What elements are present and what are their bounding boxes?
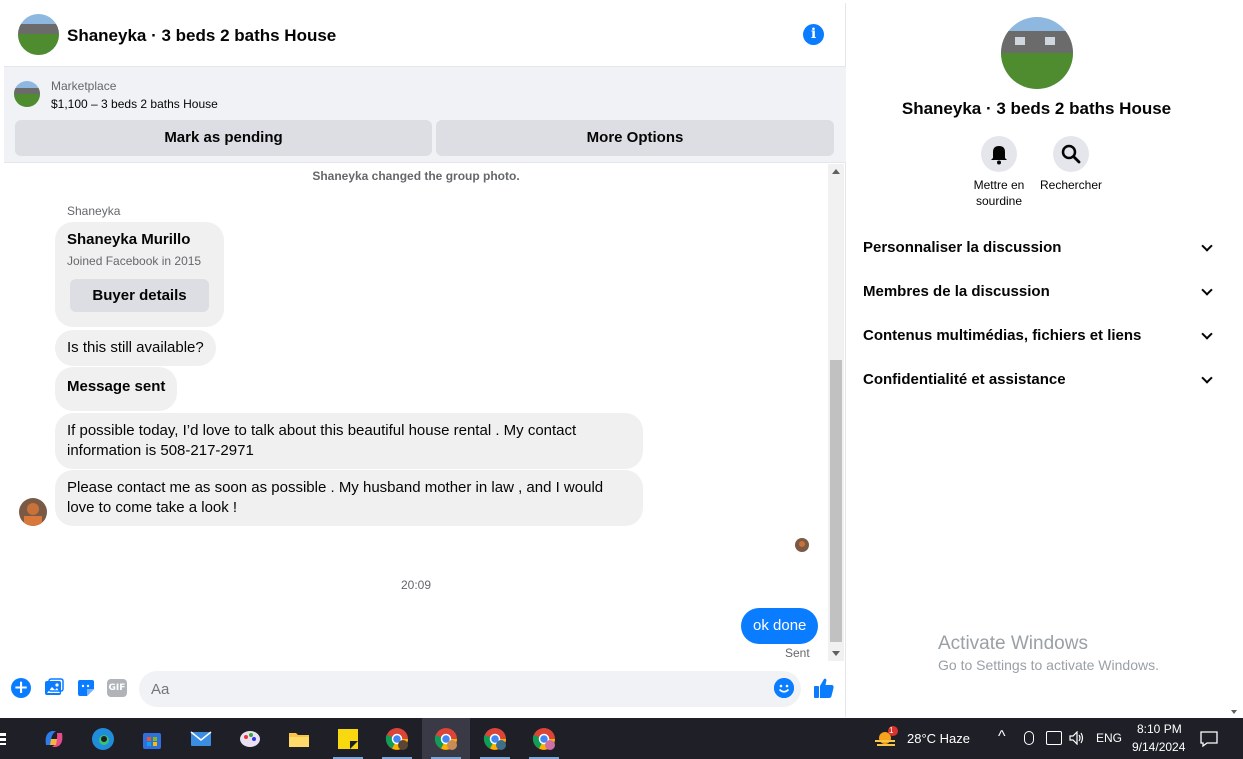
timestamp: 20:09 <box>400 578 432 592</box>
chat-scrollbar[interactable] <box>828 164 844 661</box>
chrome-profile-icon[interactable] <box>385 727 409 751</box>
scroll-down-icon[interactable] <box>832 651 840 656</box>
more-options-button[interactable]: More Options <box>436 120 834 156</box>
scroll-down-icon[interactable] <box>1231 710 1237 714</box>
language-indicator[interactable]: ENG <box>1096 731 1122 745</box>
outgoing-message[interactable]: ok done <box>741 608 819 644</box>
section-label: Confidentialité et assistance <box>863 371 1066 388</box>
sender-avatar[interactable] <box>19 498 47 526</box>
chrome-profile-icon[interactable] <box>483 727 507 751</box>
section-label: Membres de la discussion <box>863 283 1050 300</box>
message-bubble[interactable]: Is this still available? <box>55 330 216 366</box>
photo-icon[interactable] <box>44 678 64 698</box>
taskbar: 1 28°C Haze ^ ENG 8:10 PM 9/14/2024 <box>0 718 1243 759</box>
listing-title[interactable]: $1,100 – 3 beds 2 baths House <box>51 97 218 111</box>
read-receipt-avatar <box>795 538 809 552</box>
info-icon[interactable]: i <box>803 24 824 45</box>
info-title: Shaneyka · 3 beds 2 baths House <box>901 99 1172 118</box>
section-customize[interactable]: Personnaliser la discussion <box>863 228 1213 268</box>
mail-icon[interactable] <box>189 727 213 751</box>
group-photo[interactable] <box>1001 17 1073 89</box>
chevron-down-icon <box>1201 240 1213 252</box>
clock-time[interactable]: 8:10 PM <box>1137 722 1182 736</box>
search-icon[interactable] <box>1053 136 1089 172</box>
weather-text[interactable]: 28°C Haze <box>907 731 970 746</box>
page-scrollbar[interactable] <box>1227 0 1243 718</box>
sticker-icon[interactable] <box>76 678 96 698</box>
scroll-thumb[interactable] <box>830 360 842 642</box>
watermark-title: Activate Windows <box>938 633 1088 654</box>
task-view-icon[interactable] <box>0 727 8 751</box>
message-bubble[interactable]: If possible today, I’d love to talk abou… <box>55 413 643 469</box>
section-label: Personnaliser la discussion <box>863 239 1062 256</box>
network-icon[interactable] <box>1046 731 1062 745</box>
chat-pane: Shaneyka · 3 beds 2 baths House i Market… <box>4 3 846 717</box>
store-icon[interactable] <box>140 727 164 751</box>
marketplace-bar: Marketplace $1,100 – 3 beds 2 baths Hous… <box>4 67 846 163</box>
volume-icon[interactable] <box>1069 730 1085 746</box>
bell-icon[interactable] <box>981 136 1017 172</box>
conversation-title[interactable]: Shaneyka · 3 beds 2 baths House <box>67 26 336 46</box>
chevron-down-icon <box>1201 284 1213 296</box>
emoji-icon[interactable] <box>774 678 794 698</box>
sender-name: Shaneyka <box>67 204 121 218</box>
activate-windows-watermark: Activate Windows Go to Settings to activ… <box>938 633 1159 673</box>
message-bubble[interactable]: Message sent <box>55 367 178 411</box>
chevron-down-icon <box>1201 328 1213 340</box>
system-message: Shaneyka changed the group photo. <box>312 169 520 183</box>
paint-icon[interactable] <box>238 727 262 751</box>
plus-icon[interactable]: + <box>11 678 31 698</box>
section-members[interactable]: Membres de la discussion <box>863 272 1213 312</box>
weather-badge: 1 <box>889 726 894 735</box>
scroll-up-icon[interactable] <box>832 169 840 174</box>
sent-status: Sent <box>785 646 810 660</box>
section-media[interactable]: Contenus multimédias, fichiers et liens <box>863 316 1213 356</box>
search-action[interactable]: Rechercher <box>1031 136 1111 193</box>
section-label: Contenus multimédias, fichiers et liens <box>863 327 1142 344</box>
buyer-joined: Joined Facebook in 2015 <box>67 254 202 268</box>
conversation-info-panel: Shaneyka · 3 beds 2 baths House Mettre e… <box>847 3 1226 717</box>
edge-icon[interactable] <box>91 727 115 751</box>
watermark-subtitle: Go to Settings to activate Windows. <box>938 657 1159 673</box>
copilot-icon[interactable] <box>42 727 66 751</box>
buyer-details-button[interactable]: Buyer details <box>70 279 209 312</box>
section-privacy[interactable]: Confidentialité et assistance <box>863 360 1213 400</box>
composer: + GIF <box>4 667 846 711</box>
gif-icon[interactable]: GIF <box>107 679 127 697</box>
listing-thumbnail[interactable] <box>14 81 40 107</box>
notification-icon[interactable] <box>1200 730 1218 748</box>
thumbs-up-icon[interactable] <box>812 676 836 700</box>
meet-now-icon[interactable] <box>1024 731 1034 745</box>
chevron-down-icon <box>1201 372 1213 384</box>
message-list: Shaneyka changed the group photo. Shaney… <box>4 164 828 661</box>
message-input[interactable] <box>139 671 801 707</box>
chrome-profile-icon[interactable] <box>532 727 556 751</box>
chrome-profile-icon[interactable] <box>434 727 458 751</box>
search-label: Rechercher <box>1039 178 1103 192</box>
marketplace-label: Marketplace <box>51 79 117 93</box>
mute-action[interactable]: Mettre en sourdine <box>959 136 1039 209</box>
file-explorer-icon[interactable] <box>287 727 311 751</box>
mute-label: Mettre en sourdine <box>973 178 1025 208</box>
chat-header: Shaneyka · 3 beds 2 baths House i <box>4 3 846 67</box>
sticky-notes-icon[interactable] <box>336 727 360 751</box>
message-bubble[interactable]: Please contact me as soon as possible . … <box>55 470 643 526</box>
chevron-up-icon[interactable]: ^ <box>998 728 1006 746</box>
mark-as-pending-button[interactable]: Mark as pending <box>15 120 432 156</box>
group-avatar[interactable] <box>18 14 59 55</box>
buyer-card: Shaneyka Murillo Joined Facebook in 2015… <box>55 222 224 327</box>
buyer-name[interactable]: Shaneyka Murillo <box>67 230 190 250</box>
clock-date[interactable]: 9/14/2024 <box>1132 740 1185 754</box>
